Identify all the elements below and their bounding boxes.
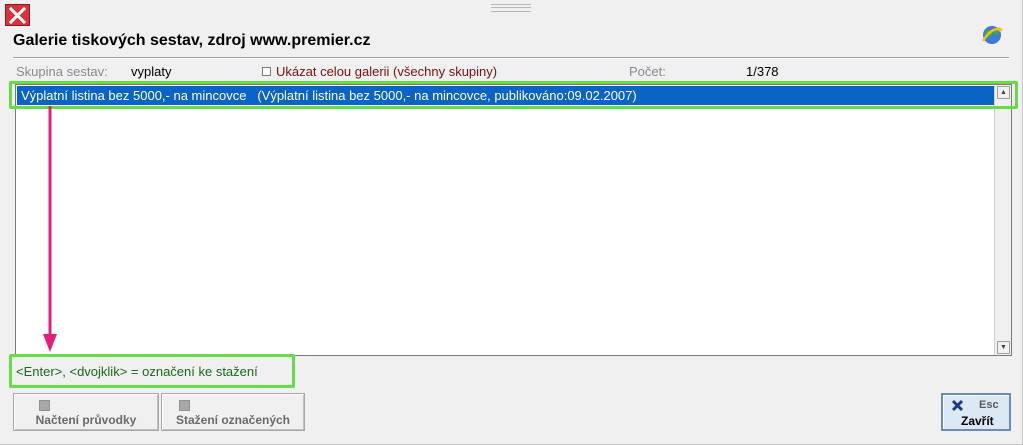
x-icon: [951, 399, 964, 412]
close-dialog-label: Zavřít: [961, 414, 994, 428]
download-selected-label: Stažení označených: [175, 413, 291, 427]
download-selected-button[interactable]: Stažení označených: [161, 393, 305, 431]
scroll-down-icon[interactable]: ▼: [997, 341, 1010, 354]
highlight-frame-list-item: [9, 81, 1018, 109]
close-shortcut-key: Esc: [979, 399, 999, 411]
count-label: Počet:: [629, 64, 666, 79]
show-all-option[interactable]: Ukázat celou galerii (všechny skupiny): [262, 64, 497, 79]
group-label: Skupina sestav:: [16, 64, 108, 79]
list-scrollbar[interactable]: ▲ ▼: [994, 85, 1011, 355]
download-icon: [179, 400, 190, 411]
document-icon: [39, 400, 50, 411]
highlight-frame-hint: [9, 354, 295, 388]
drag-grip[interactable]: [491, 4, 531, 12]
dialog-window: Galerie tiskových sestav, zdroj www.prem…: [0, 0, 1023, 445]
close-icon: [9, 6, 26, 24]
close-dialog-button[interactable]: Esc Zavřít: [941, 393, 1011, 431]
reports-list[interactable]: Výplatní listina bez 5000,- na mincovce …: [15, 84, 1012, 356]
show-all-label: Ukázat celou galerii (všechny skupiny): [276, 64, 498, 79]
load-template-button[interactable]: Načtení průvodky: [13, 393, 159, 431]
group-value[interactable]: vyplaty: [131, 64, 171, 79]
title-separator: [13, 57, 1009, 59]
window-close-button[interactable]: [5, 4, 30, 26]
show-all-checkbox[interactable]: [262, 67, 271, 76]
dialog-title: Galerie tiskových sestav, zdroj www.prem…: [13, 32, 371, 49]
globe-icon[interactable]: [980, 22, 1004, 46]
load-template-label: Načtení průvodky: [35, 413, 137, 427]
arrow-down-icon: [43, 106, 57, 352]
count-value: 1/378: [746, 64, 779, 79]
